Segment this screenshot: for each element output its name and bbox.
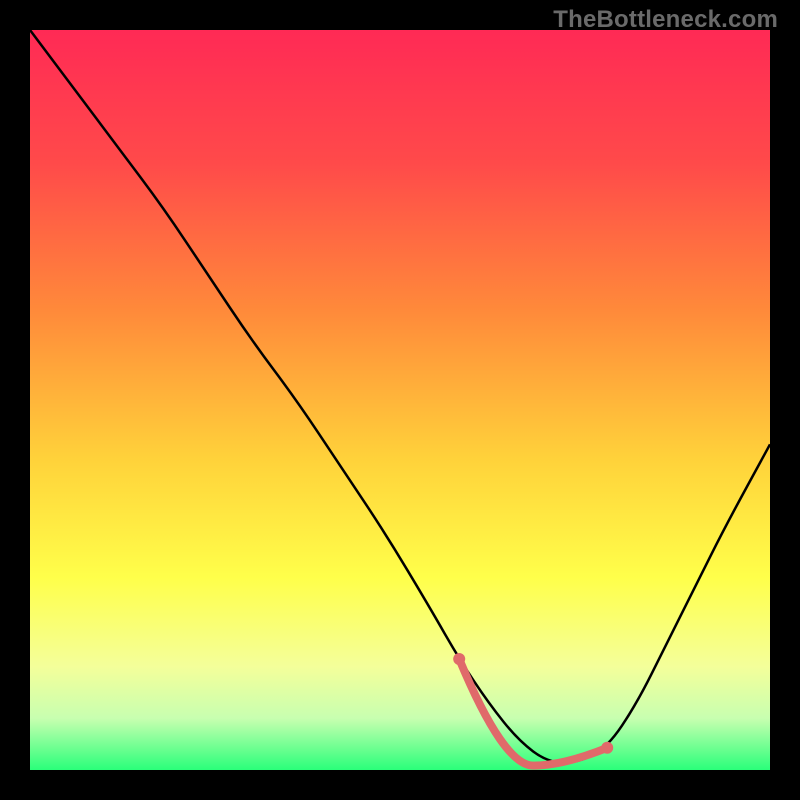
plot-area bbox=[30, 30, 770, 770]
chart-frame: TheBottleneck.com bbox=[0, 0, 800, 800]
bottleneck-chart bbox=[30, 30, 770, 770]
optimal-range-end-dot bbox=[601, 742, 613, 754]
optimal-range-start-dot bbox=[453, 653, 465, 665]
